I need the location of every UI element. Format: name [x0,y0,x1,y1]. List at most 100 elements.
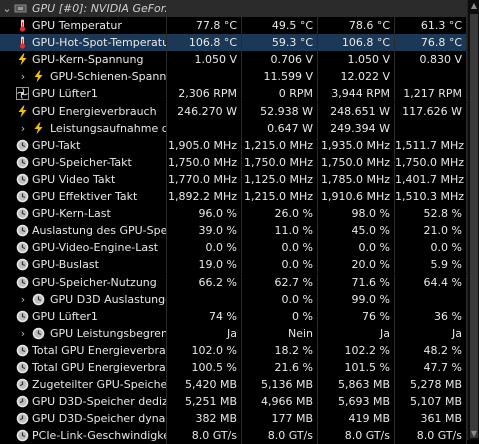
value-max: 1,750.0 MHz [318,154,395,171]
sensor-row[interactable]: GPU-Speicher-Takt 1,750.0 MHz 1,750.0 MHz 1… [0,154,479,171]
value-current: 1,892.2 MHz [166,188,242,205]
value-min: 5,136 MB [242,376,318,393]
sensor-label: GPU D3D Auslastungen [50,293,167,306]
sensor-name-cell: GPU Lüfter1 [0,85,167,102]
value-max: 101.5 % [318,359,395,376]
expand-chevron-icon[interactable]: › [18,68,28,85]
sensor-row[interactable]: Total GPU Energieverbra... 100.5 % 21.6 % 1… [0,359,479,376]
value-average: 36 % [395,308,467,325]
sensor-name-cell: › GPU Leistungsbegren... [0,325,167,342]
expand-chevron-icon[interactable]: › [18,325,28,342]
scroll-down-arrow-icon[interactable]: ▼ [468,428,479,440]
sensor-name-cell: › GPU-Schienen-Spann... [0,68,167,85]
clock-icon [16,276,29,289]
value-max: 78.6 °C [318,17,395,34]
sensor-name-cell: Total GPU Energieverbra... [0,359,167,376]
thermometer-icon [19,19,26,32]
collapse-chevron-icon[interactable]: ⌄ [2,0,12,17]
sensor-name-cell: GPU-Kern-Spannung [0,51,167,68]
sensor-row[interactable]: GPU-Takt 1,905.0 MHz 1,215.0 MHz 1,935.0 MH… [0,137,479,154]
value-current: 39.0 % [166,222,242,239]
value-max: 1,785.0 MHz [318,171,395,188]
value-average: 52.8 % [395,205,467,222]
sensor-row[interactable]: GPU-Buslast 19.0 % 0.0 % 20.0 % 5.9 % [0,256,479,273]
expand-chevron-icon[interactable]: › [18,291,28,308]
sensor-name-cell: GPU-Takt [0,137,167,154]
sensor-row[interactable]: Auslastung des GPU-Spe... 39.0 % 11.0 % 45.… [0,222,479,239]
value-min: 49.5 °C [242,17,318,34]
value-current: 96.0 % [166,205,242,222]
sensor-row[interactable]: › GPU-Schienen-Spann... 11.599 V 12.022 V [0,68,479,85]
vertical-scrollbar[interactable]: ▲ ▼ [467,0,479,440]
value-current: 8.0 GT/s [166,427,242,444]
sensor-row[interactable]: GPU Temperatur 77.8 °C 49.5 °C 78.6 °C 61.3 … [0,17,479,34]
sensor-name-cell: PCIe-Link-Geschwindigkeit [0,427,167,444]
clock-icon [16,241,29,254]
value-current: 2,306 RPM [166,85,242,102]
sensor-row[interactable]: Total GPU Energieverbra... 102.0 % 18.2 % 1… [0,342,479,359]
value-max: 98.0 % [318,205,395,222]
sensor-row[interactable]: › Leistungsaufnahme d... 0.647 W 249.394 W [0,120,479,137]
clock-icon [16,310,29,323]
value-average: 361 MB [395,410,467,427]
value-max: 3,944 RPM [318,85,395,102]
value-min: 11.599 V [242,68,318,85]
sensor-row[interactable]: GPU D3D-Speicher dyna... 382 MB 177 MB 419 … [0,410,479,427]
value-current [166,291,242,308]
sensor-row[interactable]: GPU-Video-Engine-Last 0.0 % 0.0 % 0.0 % 0.0 … [0,239,479,256]
sensor-row[interactable]: › GPU Leistungsbegren... Ja Nein Ja Ja [0,325,479,342]
sensor-name-cell: › GPU D3D Auslastungen [0,291,167,308]
sensor-name-cell: GPU Energieverbrauch [0,103,167,120]
sensor-name-cell: Zugeteilter GPU-Speicher [0,376,167,393]
sensor-label: Zugeteilter GPU-Speicher [32,378,167,391]
value-average: 21.0 % [395,222,467,239]
scroll-up-arrow-icon[interactable]: ▲ [468,0,479,12]
value-min: 0.706 V [242,51,318,68]
sensor-name-cell: GPU-Buslast [0,256,167,273]
value-max: 71.6 % [318,274,395,291]
clock-icon [16,361,29,374]
sensor-row[interactable]: › GPU D3D Auslastungen 0.0 % 99.0 % [0,291,479,308]
sensor-label: GPU-Speicher-Takt [32,156,132,169]
sensor-label: GPU D3D-Speicher dedizi... [32,395,167,408]
sensor-label: GPU-Kern-Last [32,207,111,220]
expand-chevron-icon[interactable]: › [18,120,28,137]
gpu-group-header[interactable]: ⌄ GPU [#0]: NVIDIA GeFor... [0,0,479,17]
value-average: 5,278 MB [395,376,467,393]
sensor-row[interactable]: GPU Lüfter1 2,306 RPM 0 RPM 3,944 RPM 1,217 … [0,85,479,102]
sensor-row[interactable]: GPU D3D-Speicher dedizi... 5,251 MB 4,966 … [0,393,479,410]
sensor-row[interactable]: GPU Video Takt 1,770.0 MHz 1,125.0 MHz 1,78… [0,171,479,188]
sensor-row[interactable]: GPU Lüfter1 74 % 0 % 76 % 36 % [0,308,479,325]
sensor-name-cell: GPU D3D-Speicher dyna... [0,410,167,427]
value-min: 0.0 % [242,256,318,273]
clock-icon [16,224,29,237]
value-current: 1.050 V [166,51,242,68]
sensor-label: GPU Effektiver Takt [32,190,138,203]
value-min: 0.0 % [242,291,318,308]
sensor-row[interactable]: GPU-Hot-Spot-Temperatur 106.8 °C 59.3 °C 10… [0,34,479,51]
sensor-row[interactable]: GPU-Kern-Last 96.0 % 26.0 % 98.0 % 52.8 % [0,205,479,222]
value-min: 8.0 GT/s [242,427,318,444]
sensor-row[interactable]: GPU-Speicher-Nutzung 66.2 % 62.7 % 71.6 % 64… [0,274,479,291]
scrollbar-thumb[interactable] [470,14,478,438]
value-min: 4,966 MB [242,393,318,410]
value-current: 382 MB [166,410,242,427]
value-average: 5,107 MB [395,393,467,410]
sensor-row[interactable]: Zugeteilter GPU-Speicher 5,420 MB 5,136 MB… [0,376,479,393]
clock-icon [16,258,29,271]
sensor-row[interactable]: PCIe-Link-Geschwindigkeit 8.0 GT/s 8.0 GT/… [0,427,479,444]
value-min: 0 % [242,308,318,325]
sensor-name-cell: GPU Effektiver Takt [0,188,167,205]
clock-icon [16,173,29,186]
value-average: Ja [395,325,467,342]
sensor-row[interactable]: GPU Energieverbrauch 246.270 W 52.938 W 248… [0,103,479,120]
sensor-label: GPU-Video-Engine-Last [32,241,159,254]
value-current: 5,251 MB [166,393,242,410]
value-average: 47.7 % [395,359,467,376]
sensor-row[interactable]: GPU Effektiver Takt 1,892.2 MHz 1,215.0 MH… [0,188,479,205]
value-average: 1,750.0 MHz [395,154,467,171]
sensor-name-cell: GPU Temperatur [0,17,167,34]
value-average: 1,511.7 MHz [395,137,467,154]
value-min: 59.3 °C [242,34,318,51]
sensor-row[interactable]: GPU-Kern-Spannung 1.050 V 0.706 V 1.050 V 0.… [0,51,479,68]
